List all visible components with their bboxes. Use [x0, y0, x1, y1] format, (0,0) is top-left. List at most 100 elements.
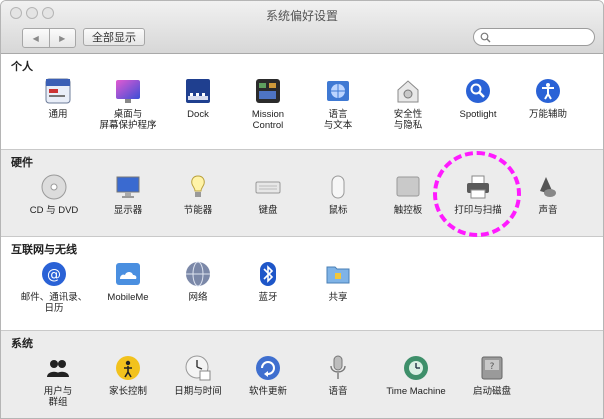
forward-button[interactable]: ▶	[48, 29, 76, 47]
pref-label: MobileMe	[107, 292, 149, 303]
pref-spotlight[interactable]: Spotlight	[443, 76, 513, 120]
pref-date-time[interactable]: 日期与时间	[163, 353, 233, 397]
search-field[interactable]	[473, 28, 595, 46]
pref-bluetooth[interactable]: 蓝牙	[233, 259, 303, 303]
navigation-buttons: ◀ ▶	[22, 28, 76, 48]
sound-icon	[533, 172, 563, 202]
energy-saver-icon	[183, 172, 213, 202]
network-icon	[183, 259, 213, 289]
mobileme-icon	[113, 259, 143, 289]
pref-speech[interactable]: 语音	[303, 353, 373, 397]
pref-mouse[interactable]: 鼠标	[303, 172, 373, 216]
trackpad-icon	[393, 172, 423, 202]
pref-label: 触控板	[393, 205, 423, 216]
section-title: 系统	[11, 338, 33, 350]
pref-print-scan[interactable]: 打印与扫描	[443, 172, 513, 216]
pref-label: CD 与 DVD	[29, 205, 79, 216]
pref-network[interactable]: 网络	[163, 259, 233, 303]
date-time-icon	[183, 353, 213, 383]
sharing-icon	[323, 259, 353, 289]
bluetooth-icon	[253, 259, 283, 289]
section-system: 系统 用户与 群组 家长控制 日期与时间 软件更新 语音 Time Machin…	[1, 331, 603, 418]
pref-label: Spotlight	[459, 109, 497, 120]
pref-software-update[interactable]: 软件更新	[233, 353, 303, 397]
pref-trackpad[interactable]: 触控板	[373, 172, 443, 216]
general-icon	[43, 76, 73, 106]
pref-label: 家长控制	[108, 386, 147, 397]
section-internet-wireless: 互联网与无线 @ 邮件、通讯录、 日历 MobileMe 网络 蓝牙 共享	[1, 237, 603, 330]
svg-text:@: @	[47, 267, 61, 283]
pref-label: 键盘	[258, 205, 278, 216]
pref-keyboard[interactable]: 键盘	[233, 172, 303, 216]
pref-label: 网络	[188, 292, 208, 303]
parental-controls-icon	[113, 353, 143, 383]
pref-startup-disk[interactable]: ? 启动磁盘	[457, 353, 527, 397]
pref-general[interactable]: 通用	[23, 76, 93, 120]
dock-icon	[183, 76, 213, 106]
speech-icon	[323, 353, 353, 383]
security-privacy-icon	[393, 76, 423, 106]
svg-text:?: ?	[490, 362, 495, 372]
startup-disk-icon: ?	[477, 353, 507, 383]
pref-label: 语言 与文本	[323, 109, 353, 131]
section-title: 互联网与无线	[11, 244, 77, 256]
pref-accessibility[interactable]: 万能辅助	[513, 76, 583, 120]
desktop-screensaver-icon	[113, 76, 143, 106]
pref-label: 节能器	[183, 205, 213, 216]
language-text-icon	[323, 76, 353, 106]
pref-label: 万能辅助	[528, 109, 567, 120]
pref-mission-control[interactable]: Mission Control	[233, 76, 303, 131]
pref-desktop-screensaver[interactable]: 桌面与 屏幕保护程序	[93, 76, 163, 131]
pref-label: 日期与时间	[174, 386, 222, 397]
pref-label: 安全性 与隐私	[393, 109, 423, 131]
mouse-icon	[323, 172, 353, 202]
accessibility-icon	[533, 76, 563, 106]
pref-label: 邮件、通讯录、 日历	[20, 292, 88, 314]
pref-mobileme[interactable]: MobileMe	[93, 259, 163, 303]
pref-label: 声音	[538, 205, 558, 216]
section-title: 硬件	[11, 157, 33, 169]
pref-label: 用户与 群组	[43, 386, 73, 408]
displays-icon	[113, 172, 143, 202]
pref-label: 通用	[48, 109, 68, 120]
spotlight-icon	[463, 76, 493, 106]
pref-label: 蓝牙	[258, 292, 278, 303]
pref-cd-dvd[interactable]: CD 与 DVD	[19, 172, 89, 216]
pref-label: 语音	[328, 386, 348, 397]
mail-contacts-calendar-icon: @	[39, 259, 69, 289]
pref-label: 软件更新	[248, 386, 287, 397]
pref-label: 桌面与 屏幕保护程序	[99, 109, 157, 131]
pref-label: Time Machine	[386, 386, 446, 397]
search-icon	[480, 32, 491, 42]
back-button[interactable]: ◀	[23, 29, 49, 47]
pref-label: 打印与扫描	[454, 205, 502, 216]
pref-users-groups[interactable]: 用户与 群组	[23, 353, 93, 408]
pref-energy-saver[interactable]: 节能器	[163, 172, 233, 216]
pref-label: 启动磁盘	[472, 386, 511, 397]
pref-label: 共享	[328, 292, 348, 303]
users-groups-icon	[43, 353, 73, 383]
mission-control-icon	[253, 76, 283, 106]
pref-parental-controls[interactable]: 家长控制	[93, 353, 163, 397]
pref-time-machine[interactable]: Time Machine	[381, 353, 451, 397]
show-all-button[interactable]: 全部显示	[83, 28, 145, 46]
section-title: 个人	[11, 61, 33, 73]
time-machine-icon	[401, 353, 431, 383]
pref-label: 显示器	[113, 205, 143, 216]
pref-label: Mission Control	[251, 109, 285, 131]
cd-dvd-icon	[39, 172, 69, 202]
pref-displays[interactable]: 显示器	[93, 172, 163, 216]
system-preferences-window: 系统偏好设置 ◀ ▶ 全部显示 个人 通用 桌面与 屏幕保护程序 Dock Mi…	[0, 0, 604, 419]
pref-security-privacy[interactable]: 安全性 与隐私	[373, 76, 443, 131]
pref-sharing[interactable]: 共享	[303, 259, 373, 303]
software-update-icon	[253, 353, 283, 383]
pref-dock[interactable]: Dock	[163, 76, 233, 120]
section-hardware: 硬件 CD 与 DVD 显示器 节能器 键盘 鼠标 触控板 打印与扫描 声音	[1, 150, 603, 236]
pref-mail-contacts-calendar[interactable]: @ 邮件、通讯录、 日历	[15, 259, 93, 314]
toolbar: 系统偏好设置 ◀ ▶ 全部显示	[1, 1, 603, 54]
pref-label: Dock	[187, 109, 209, 120]
keyboard-icon	[253, 172, 283, 202]
pref-language-text[interactable]: 语言 与文本	[303, 76, 373, 131]
print-scan-icon	[463, 172, 493, 202]
pref-sound[interactable]: 声音	[513, 172, 583, 216]
